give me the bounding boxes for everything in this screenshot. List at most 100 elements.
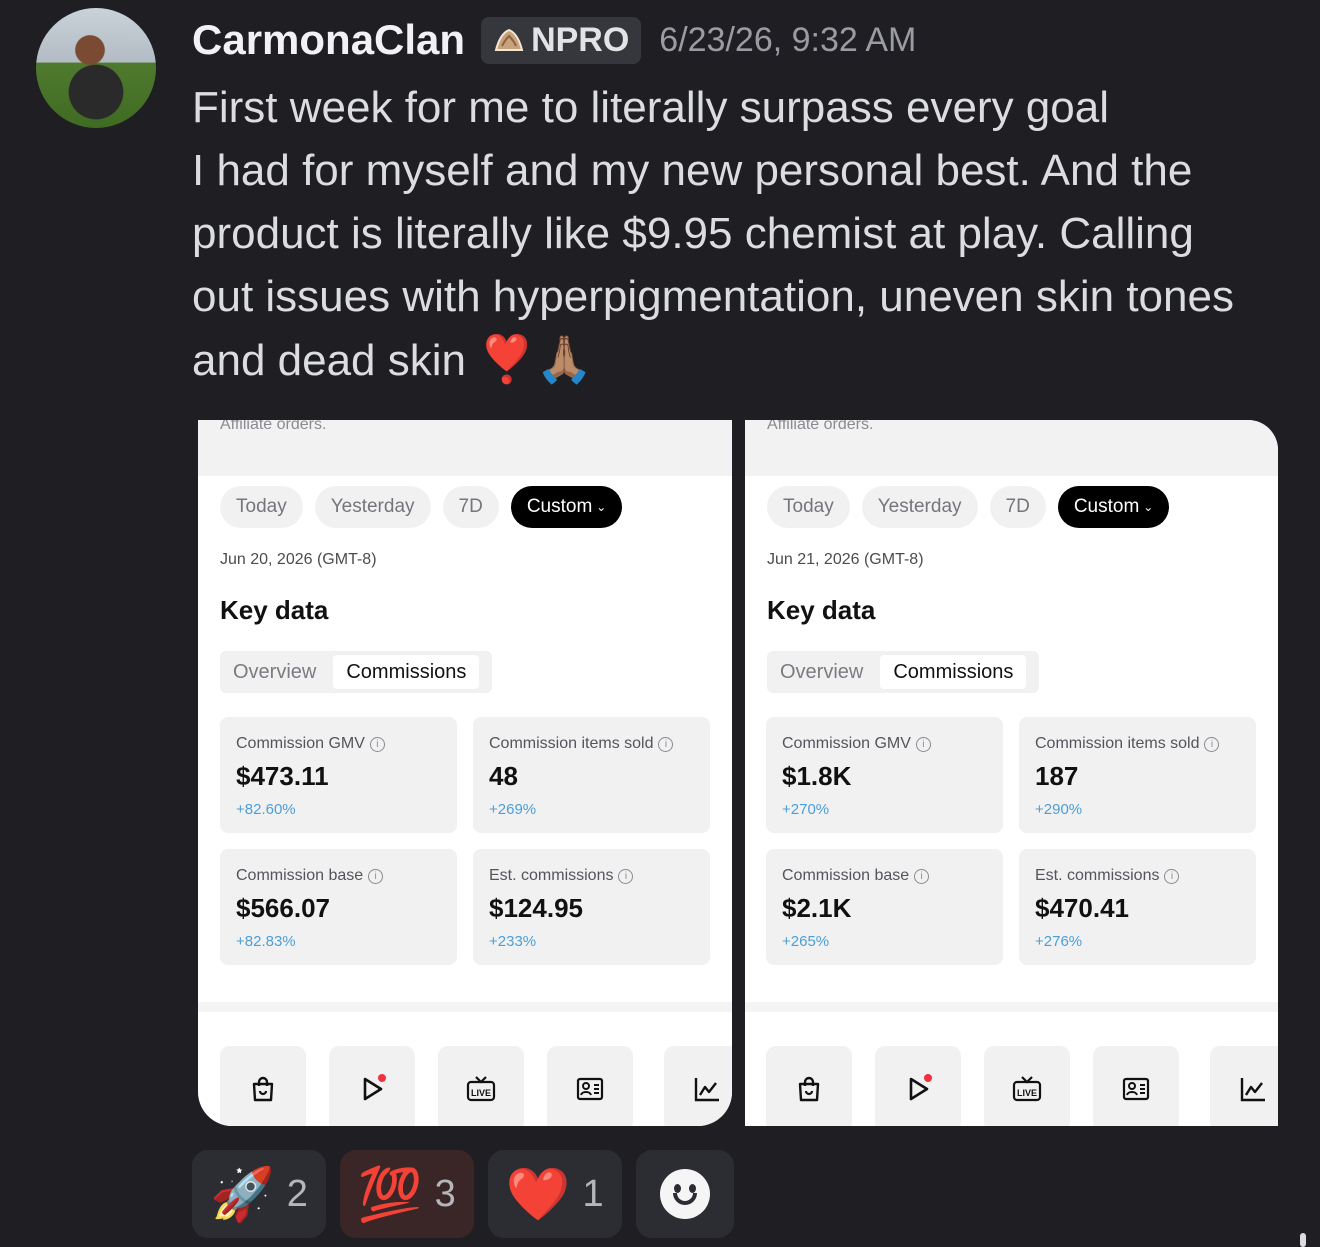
metric-tile[interactable]: Est. commissions i $470.41 +276% — [1019, 849, 1256, 965]
metric-value: 187 — [1035, 761, 1079, 791]
video-button[interactable] — [875, 1046, 961, 1126]
message-body: First week for me to literally surpass e… — [192, 76, 1302, 392]
pill-yesterday[interactable]: Yesterday — [861, 486, 978, 528]
metric-tile[interactable]: Commission base i $566.07 +82.83% — [220, 849, 457, 965]
user-avatar[interactable] — [36, 8, 156, 128]
metric-change: +265% — [782, 933, 830, 950]
pill-yesterday[interactable]: Yesterday — [314, 486, 431, 528]
metric-tile[interactable]: Commission base i $2.1K +265% — [766, 849, 1003, 965]
pill-custom-label: Custom — [526, 496, 593, 517]
id-card-icon — [576, 1077, 604, 1101]
metric-label: Commission base — [782, 867, 910, 884]
section-title: Key data — [767, 595, 876, 625]
info-icon[interactable]: i — [618, 869, 634, 884]
metric-tile[interactable]: Commission GMV i $473.11 +82.60% — [220, 717, 457, 833]
metric-label: Est. commissions — [1035, 867, 1160, 884]
pill-today[interactable]: Today — [220, 486, 303, 528]
metric-value: $473.11 — [236, 761, 329, 791]
profile-card-button[interactable] — [1093, 1046, 1179, 1126]
pill-7d[interactable]: 7D — [989, 486, 1046, 528]
metric-change: +269% — [489, 801, 537, 818]
profile-card-button[interactable] — [547, 1046, 633, 1126]
metric-change: +82.60% — [236, 801, 296, 818]
date-range: Jun 20, 2026 (GMT-8) — [220, 551, 377, 568]
reaction-count: 2 — [286, 1172, 308, 1215]
screenshot-header-strip: Affiliate orders. — [745, 420, 1278, 476]
live-button[interactable]: LIVE — [438, 1046, 524, 1126]
date-range: Jun 21, 2026 (GMT-8) — [767, 551, 924, 568]
tab-overview[interactable]: Overview — [767, 661, 876, 684]
role-badge[interactable]: NPRO — [481, 16, 642, 64]
analytics-button[interactable] — [1210, 1046, 1278, 1126]
info-icon[interactable]: i — [658, 737, 674, 752]
pill-7d[interactable]: 7D — [442, 486, 499, 528]
hundred-emoji: 💯 — [357, 1165, 423, 1224]
metric-tile[interactable]: Est. commissions i $124.95 +233% — [473, 849, 710, 965]
metric-label: Commission base — [236, 867, 364, 884]
scrollbar-thumb[interactable] — [1300, 1233, 1306, 1247]
reaction-rocket[interactable]: 🚀 2 — [192, 1150, 326, 1238]
message-line: and dead skin ❣️🙏🏽 — [192, 328, 1302, 392]
message-header: CarmonaClan NPRO 6/23/26, 9:32 AM — [192, 16, 916, 64]
metric-value: $566.07 — [236, 893, 330, 923]
message-line: First week for me to literally surpass e… — [192, 83, 1109, 132]
metric-tile[interactable]: Commission items sold i 48 +269% — [473, 717, 710, 833]
video-button[interactable] — [329, 1046, 415, 1126]
metric-tile[interactable]: Commission items sold i 187 +290% — [1019, 717, 1256, 833]
attachment-image-2[interactable]: Affiliate orders. Today Yesterday 7D Cus… — [745, 420, 1278, 1126]
segmented-tabs: Overview Commissions — [767, 651, 1039, 693]
metric-tile[interactable]: Commission GMV i $1.8K +270% — [766, 717, 1003, 833]
play-icon — [363, 1074, 386, 1101]
tab-commissions[interactable]: Commissions — [880, 655, 1027, 689]
chevron-down-icon: ⌄ — [596, 500, 607, 514]
date-filter-pills: Today Yesterday 7D Custom ⌄ — [767, 486, 1170, 528]
add-reaction-button[interactable] — [635, 1150, 734, 1238]
metric-value: $1.8K — [782, 761, 852, 791]
pill-custom[interactable]: Custom ⌄ — [510, 486, 623, 528]
metric-change: +233% — [489, 933, 537, 950]
metric-label-row: Commission GMV i — [782, 735, 931, 753]
message-line: product is literally like $9.95 chemist … — [192, 209, 1194, 258]
info-icon[interactable]: i — [1204, 737, 1220, 752]
id-card-icon — [1122, 1077, 1150, 1101]
chart-icon — [1240, 1078, 1265, 1102]
metric-change: +82.83% — [236, 933, 296, 950]
info-icon[interactable]: i — [1164, 869, 1180, 884]
metric-label-row: Commission GMV i — [236, 735, 385, 753]
reaction-100[interactable]: 💯 3 — [339, 1150, 474, 1238]
username[interactable]: CarmonaClan — [192, 16, 465, 64]
tab-overview[interactable]: Overview — [220, 661, 329, 684]
attachment-image-1[interactable]: Affiliate orders. Today Yesterday 7D Cus… — [198, 420, 732, 1126]
metric-label-row: Est. commissions i — [489, 867, 634, 885]
info-icon[interactable]: i — [915, 737, 931, 752]
message-line-text: and dead skin — [192, 336, 466, 385]
metric-value: $2.1K — [782, 893, 852, 923]
metric-label-row: Est. commissions i — [1035, 867, 1180, 885]
pill-custom[interactable]: Custom ⌄ — [1057, 486, 1170, 528]
info-icon[interactable]: i — [368, 869, 384, 884]
live-button[interactable]: LIVE — [984, 1046, 1070, 1126]
analytics-button[interactable] — [664, 1046, 732, 1126]
pill-custom-label: Custom — [1073, 496, 1140, 517]
section-title: Key data — [220, 595, 329, 625]
message-emoji: ❣️🙏🏽 — [478, 333, 593, 385]
reaction-heart[interactable]: ❤️ 1 — [487, 1150, 622, 1238]
shopping-bag-button[interactable] — [766, 1046, 852, 1126]
role-label: NPRO — [531, 20, 630, 59]
screenshot-header-text: Affiliate orders. — [767, 420, 874, 433]
metric-label: Commission items sold — [1035, 735, 1200, 752]
tab-commissions[interactable]: Commissions — [333, 655, 480, 689]
info-icon[interactable]: i — [369, 737, 385, 752]
metric-label: Commission items sold — [489, 735, 654, 752]
live-icon: LIVE — [1012, 1076, 1042, 1102]
pill-today[interactable]: Today — [767, 486, 850, 528]
message-line: out issues with hyperpigmentation, uneve… — [192, 272, 1234, 321]
message-line: I had for myself and my new personal bes… — [192, 146, 1193, 195]
shopping-bag-button[interactable] — [220, 1046, 306, 1126]
info-icon[interactable]: i — [914, 869, 930, 884]
metric-value: $470.41 — [1035, 893, 1129, 923]
play-icon — [909, 1074, 932, 1101]
metric-label: Est. commissions — [489, 867, 614, 884]
heart-emoji: ❤️ — [505, 1165, 571, 1224]
screenshot-header-text: Affiliate orders. — [220, 420, 327, 433]
